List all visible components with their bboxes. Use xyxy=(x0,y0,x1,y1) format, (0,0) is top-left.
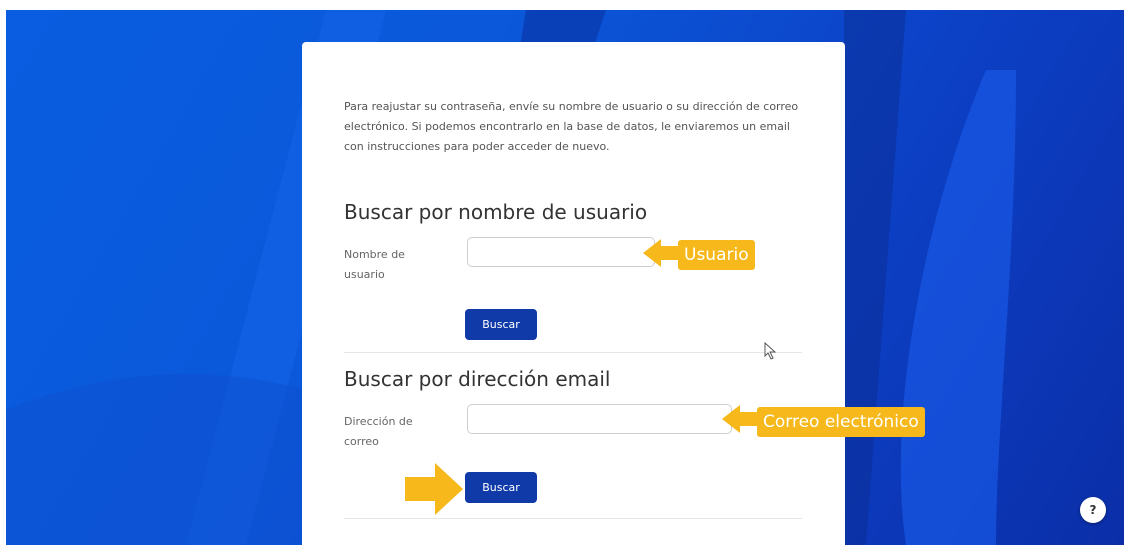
search-username-button[interactable]: Buscar xyxy=(465,309,537,340)
right-arrow-icon xyxy=(405,463,463,515)
username-input[interactable] xyxy=(467,237,655,267)
left-arrow-icon xyxy=(722,405,762,433)
username-callout: Usuario xyxy=(678,240,755,270)
username-section-title: Buscar por nombre de usuario xyxy=(344,200,648,224)
search-email-button[interactable]: Buscar xyxy=(465,472,537,503)
email-label: Dirección de correo xyxy=(344,415,413,448)
help-button[interactable]: ? xyxy=(1080,497,1106,523)
intro-text: Para reajustar su contraseña, envíe su n… xyxy=(344,100,799,153)
screen: Para reajustar su contraseña, envíe su n… xyxy=(0,0,1131,552)
bottom-divider xyxy=(344,518,802,519)
email-input[interactable] xyxy=(467,404,732,434)
email-section-title: Buscar por dirección email xyxy=(344,367,611,391)
section-divider xyxy=(344,352,802,353)
email-callout: Correo electrónico xyxy=(757,407,925,437)
password-reset-card: Para reajustar su contraseña, envíe su n… xyxy=(302,42,845,552)
left-arrow-icon xyxy=(643,239,683,267)
mouse-pointer-icon xyxy=(764,342,777,360)
username-label: Nombre de usuario xyxy=(344,248,405,281)
